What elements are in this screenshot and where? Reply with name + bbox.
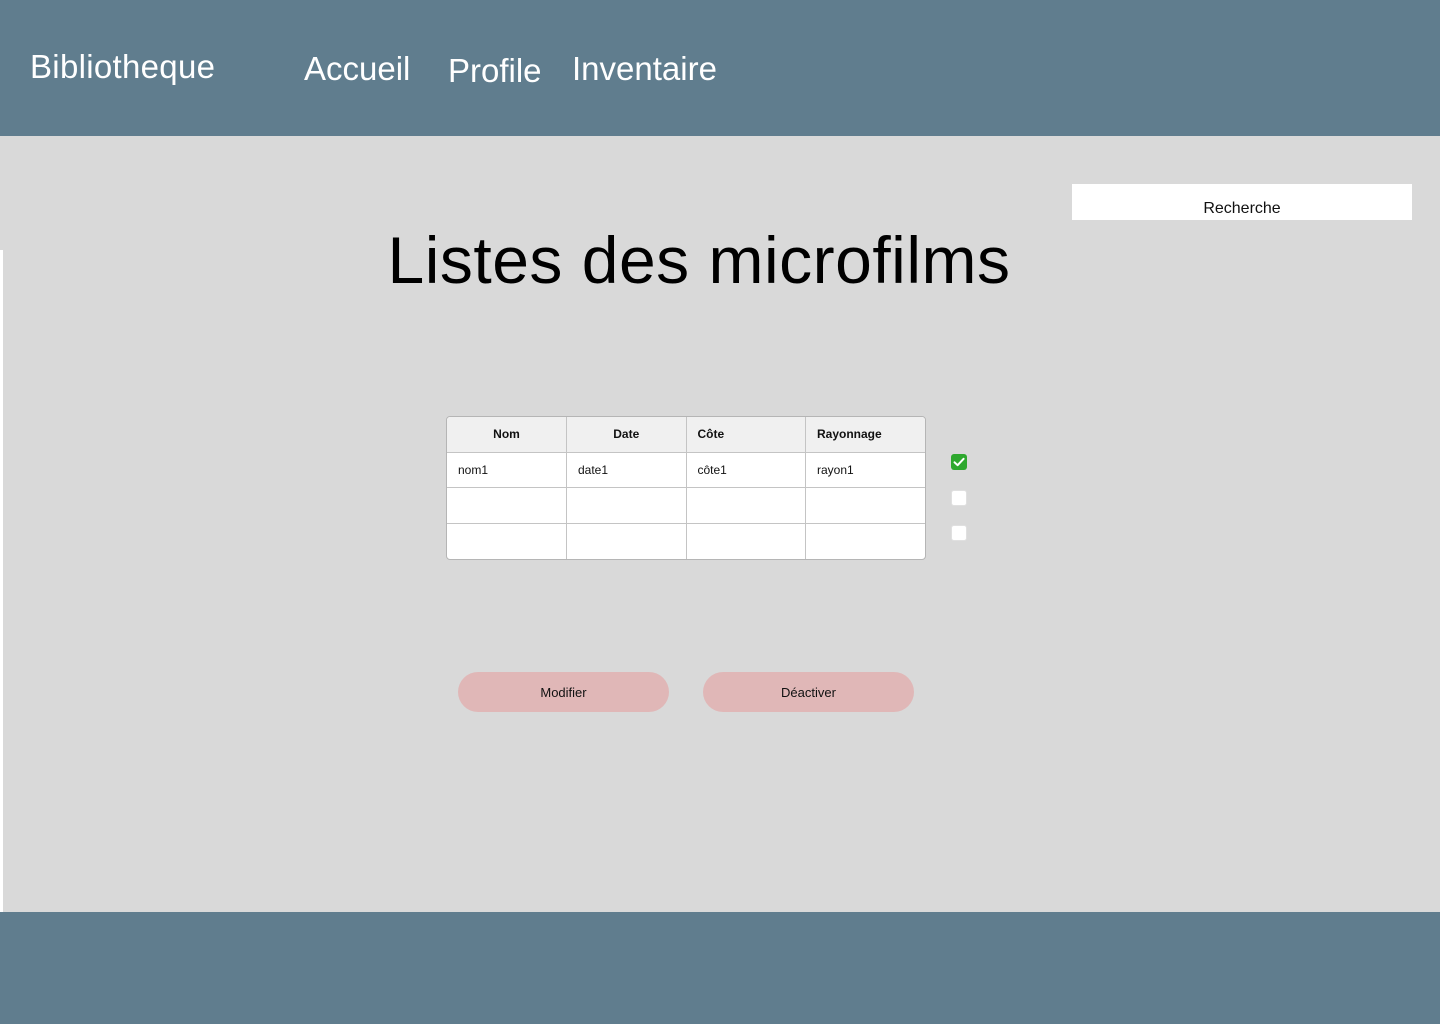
microfilms-table: Nom Date Côte Rayonnage nom1 date1 côte1…: [446, 416, 926, 560]
table-row[interactable]: [447, 523, 925, 559]
nav-link-profile[interactable]: Profile: [448, 52, 542, 90]
checkmark-icon: [953, 457, 965, 467]
table-cell-date[interactable]: [566, 523, 687, 559]
nav-link-accueil[interactable]: Accueil: [304, 50, 410, 88]
row-checkbox[interactable]: [951, 525, 967, 541]
table-cell-nom[interactable]: nom1: [447, 452, 567, 489]
column-header-date[interactable]: Date: [566, 417, 687, 453]
nav-link-inventaire[interactable]: Inventaire: [572, 50, 717, 88]
row-checkbox[interactable]: [951, 454, 967, 470]
brand-title: Bibliotheque: [30, 48, 216, 85]
table-header-row: Nom Date Côte Rayonnage: [447, 417, 925, 453]
table-cell-nom[interactable]: [447, 523, 567, 559]
row-checkbox[interactable]: [951, 490, 967, 506]
footer-bar: [0, 912, 1440, 1024]
table-cell-rayonnage[interactable]: rayon1: [805, 452, 925, 489]
column-header-rayonnage[interactable]: Rayonnage: [805, 417, 925, 453]
table-cell-rayonnage[interactable]: [805, 487, 925, 524]
table-cell-rayonnage[interactable]: [806, 523, 926, 559]
page-title: Listes des microfilms: [387, 223, 1011, 297]
page: Bibliotheque Accueil Profile Inventaire …: [0, 0, 1440, 1024]
desactiver-button[interactable]: Déactiver: [703, 672, 914, 712]
column-header-nom[interactable]: Nom: [447, 417, 567, 453]
table-cell-cote[interactable]: [686, 523, 806, 559]
table-cell-nom[interactable]: [447, 487, 567, 524]
table-cell-cote[interactable]: [686, 487, 806, 524]
table-cell-date[interactable]: [566, 487, 687, 524]
search-input[interactable]: [1072, 184, 1412, 220]
table-cell-date[interactable]: date1: [566, 452, 687, 489]
table-cell-cote[interactable]: côte1: [686, 452, 806, 489]
table-row[interactable]: [447, 487, 925, 524]
left-edge-divider: [0, 250, 3, 912]
table-row[interactable]: nom1 date1 côte1 rayon1: [447, 452, 925, 489]
modifier-button[interactable]: Modifier: [458, 672, 669, 712]
column-header-cote[interactable]: Côte: [686, 417, 806, 453]
top-bar: Bibliotheque Accueil Profile Inventaire: [0, 0, 1440, 136]
